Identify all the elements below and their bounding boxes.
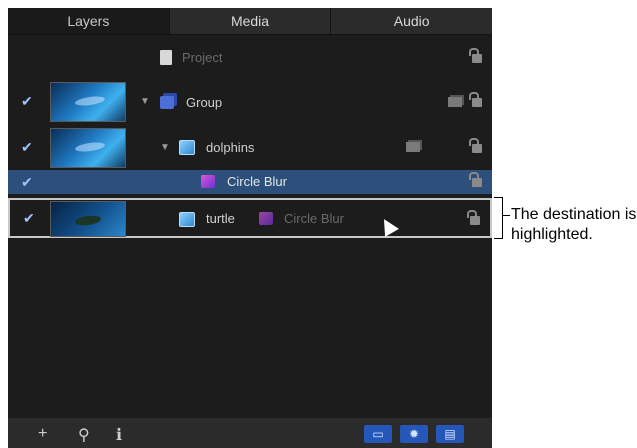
group-label: Group bbox=[186, 95, 223, 110]
group-thumbnail bbox=[50, 82, 126, 122]
info-button[interactable]: ℹ bbox=[116, 425, 122, 445]
lock-icon[interactable] bbox=[469, 92, 482, 107]
layers-toggle-button[interactable]: ▤ bbox=[436, 425, 464, 443]
group-icon bbox=[160, 96, 174, 109]
turtle-checkbox[interactable]: ✔ bbox=[23, 211, 37, 225]
layers-panel: Layers Media Audio Project ✔ ▼ Group ✔ ▼… bbox=[8, 8, 492, 448]
callout-bracket bbox=[494, 197, 503, 239]
document-icon bbox=[160, 50, 172, 65]
callout-line bbox=[502, 215, 510, 216]
lock-icon[interactable] bbox=[467, 210, 480, 225]
lock-icon[interactable] bbox=[469, 48, 482, 63]
search-button[interactable]: ⚲ bbox=[78, 425, 90, 445]
circle-blur-checkbox[interactable]: ✔ bbox=[21, 175, 35, 189]
dolphins-thumbnail bbox=[50, 128, 126, 168]
dolphins-checkbox[interactable]: ✔ bbox=[21, 140, 35, 154]
filter-icon bbox=[201, 175, 215, 188]
project-row[interactable]: Project bbox=[8, 44, 492, 70]
tab-audio[interactable]: Audio bbox=[331, 8, 492, 34]
disclosure-triangle-icon[interactable]: ▼ bbox=[160, 142, 170, 153]
view-mode-button[interactable]: ▭ bbox=[364, 425, 392, 443]
turtle-filter-label: Circle Blur bbox=[284, 211, 344, 226]
group-checkbox[interactable]: ✔ bbox=[21, 94, 35, 108]
project-label: Project bbox=[182, 50, 223, 65]
tab-media[interactable]: Media bbox=[170, 8, 332, 34]
layers-badge-icon bbox=[448, 97, 462, 107]
circle-blur-label: Circle Blur bbox=[227, 174, 287, 189]
disclosure-triangle-icon[interactable]: ▼ bbox=[140, 96, 150, 107]
filter-icon bbox=[259, 212, 273, 225]
tab-bar: Layers Media Audio bbox=[8, 8, 492, 35]
dolphins-label: dolphins bbox=[206, 140, 255, 155]
tab-layers[interactable]: Layers bbox=[8, 8, 170, 34]
lock-icon[interactable] bbox=[469, 138, 482, 153]
dolphins-row[interactable]: ✔ ▼ dolphins bbox=[8, 126, 492, 168]
turtle-row[interactable]: ✔ turtle Circle Blur bbox=[8, 198, 492, 238]
settings-button[interactable]: ✹ bbox=[400, 425, 428, 443]
layers-badge-icon bbox=[406, 142, 420, 152]
image-icon bbox=[179, 212, 195, 227]
lock-icon[interactable] bbox=[469, 172, 482, 187]
turtle-label: turtle bbox=[206, 211, 235, 226]
image-icon bbox=[179, 140, 195, 155]
circle-blur-row[interactable]: ✔ Circle Blur bbox=[8, 170, 492, 194]
callout-text: The destination is highlighted. bbox=[511, 206, 637, 243]
turtle-thumbnail bbox=[50, 201, 126, 237]
footer-toolbar: + ⚲ ℹ ▭ ✹ ▤ bbox=[8, 418, 492, 448]
add-layer-button[interactable]: + bbox=[38, 425, 47, 443]
group-row[interactable]: ✔ ▼ Group bbox=[8, 80, 492, 122]
